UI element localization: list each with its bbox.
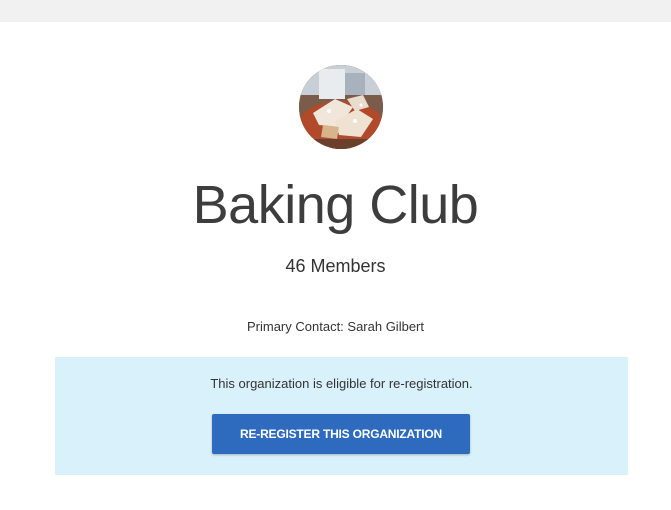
reregistration-notice: This organization is eligible for re-reg… bbox=[55, 357, 628, 475]
reregistration-message: This organization is eligible for re-reg… bbox=[210, 376, 473, 391]
primary-contact: Primary Contact: Sarah Gilbert bbox=[246, 319, 424, 334]
reregister-button[interactable]: RE-REGISTER THIS ORGANIZATION bbox=[212, 414, 470, 454]
top-band bbox=[0, 0, 671, 22]
member-count: 46 Members bbox=[285, 256, 386, 276]
pastry-photo-icon bbox=[299, 65, 383, 149]
organization-card: Baking Club 46 Members Primary Contact: … bbox=[0, 22, 671, 510]
organization-name: Baking Club bbox=[192, 175, 479, 235]
organization-avatar bbox=[299, 65, 383, 149]
